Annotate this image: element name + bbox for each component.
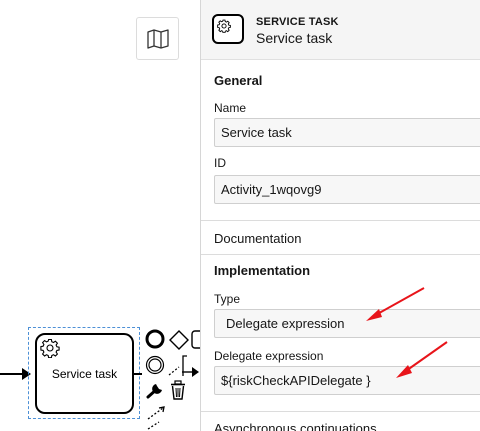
implementation-group-title[interactable]: Implementation bbox=[214, 263, 310, 278]
general-group-title[interactable]: General bbox=[214, 73, 262, 88]
task-label: Service task bbox=[51, 366, 118, 381]
async-continuations-group-title[interactable]: Asynchronous continuations bbox=[214, 421, 377, 431]
task-icon[interactable] bbox=[191, 330, 200, 350]
trash-icon[interactable] bbox=[169, 380, 187, 400]
delegate-expression-label: Delegate expression bbox=[214, 349, 324, 363]
type-label: Type bbox=[214, 292, 241, 306]
element-name-label: Service task bbox=[256, 30, 333, 46]
outgoing-flow-line[interactable] bbox=[134, 373, 142, 375]
id-input[interactable]: Activity_1wqovg9 bbox=[214, 175, 480, 204]
element-type-label: SERVICE TASK bbox=[256, 16, 339, 28]
name-input[interactable]: Service task bbox=[214, 118, 480, 147]
end-event-icon[interactable] bbox=[145, 329, 165, 349]
type-select[interactable]: Delegate expression bbox=[214, 309, 480, 338]
map-icon bbox=[146, 28, 169, 49]
minimap-toggle-button[interactable] bbox=[136, 17, 179, 60]
documentation-group[interactable]: Documentation bbox=[201, 221, 480, 254]
wrench-icon[interactable] bbox=[145, 380, 167, 400]
id-label: ID bbox=[214, 156, 226, 170]
general-group: General Name Service task ID Activity_1w… bbox=[201, 60, 480, 220]
async-continuations-group[interactable]: Asynchronous continuations bbox=[201, 412, 480, 431]
gear-icon bbox=[40, 338, 60, 358]
gateway-icon[interactable] bbox=[168, 329, 190, 351]
documentation-group-title[interactable]: Documentation bbox=[214, 231, 301, 246]
annotation-arrow bbox=[396, 341, 448, 378]
association-icon[interactable] bbox=[145, 405, 169, 431]
service-task-shape[interactable]: Service task bbox=[35, 333, 134, 414]
implementation-group: Implementation Type Delegate expression … bbox=[201, 255, 480, 411]
annotation-arrow bbox=[366, 287, 425, 321]
name-label: Name bbox=[214, 101, 247, 115]
panel-header: SERVICE TASK Service task bbox=[201, 0, 480, 60]
bpmn-canvas[interactable]: Service task bbox=[0, 0, 200, 431]
gear-icon bbox=[212, 14, 244, 44]
intermediate-event-icon[interactable] bbox=[145, 355, 165, 375]
